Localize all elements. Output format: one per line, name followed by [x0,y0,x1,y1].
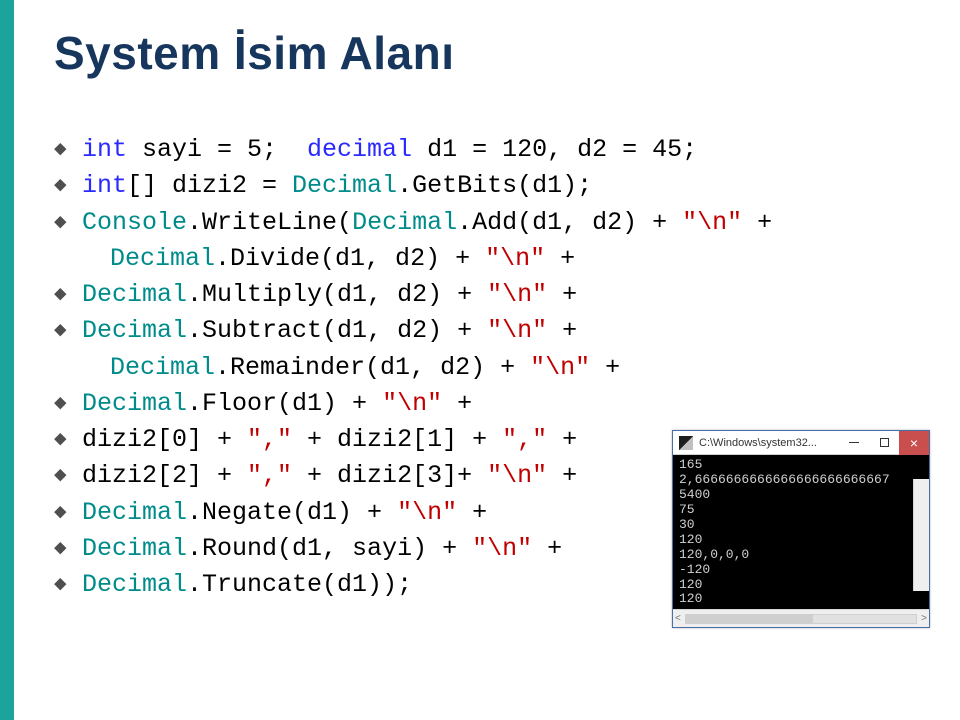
code-line: ⬥ Decimal.Floor(d1) + "\n" + [54,386,960,422]
titlebar[interactable]: C:\Windows\system32... × [673,431,929,455]
output-line: 165 [679,458,911,473]
scroll-thumb[interactable] [686,615,813,623]
type: Decimal [292,168,397,204]
type: Decimal [110,241,215,277]
code-text: .Remainder(d1, d2) + [215,350,530,386]
code-line: ⬥ Console.WriteLine(Decimal.Add(d1, d2) … [54,205,960,241]
code-text: .Add(d1, d2) + [457,205,682,241]
code-text: .WriteLine( [187,205,352,241]
type: Decimal [352,205,457,241]
code-text: .Subtract(d1, d2) + [187,313,487,349]
bullet-icon: ⬥ [54,316,82,342]
bullet-icon: ⬥ [54,498,82,524]
code-line: Decimal.Remainder(d1, d2) + "\n" + [54,350,960,386]
string: "\n" [487,458,547,494]
code-line: ⬥ int sayi = 5; decimal d1 = 120, d2 = 4… [54,132,960,168]
vertical-scrollbar[interactable] [913,479,929,591]
code-text: + [457,495,487,531]
output-line: 30 [679,518,911,533]
type: Decimal [82,531,187,567]
console-window: C:\Windows\system32... × 165 2,666666666… [672,430,930,628]
code-text: + dizi2[1] + [292,422,502,458]
code-text: + [547,277,577,313]
code-text: sayi = 5; [127,132,307,168]
keyword: decimal [307,132,412,168]
output-line: 120 [679,592,911,607]
code-text: dizi2[2] + [82,458,247,494]
bullet-icon: ⬥ [54,280,82,306]
type: Decimal [110,350,215,386]
code-text: + [547,313,577,349]
code-text: + [547,422,577,458]
string: "," [502,422,547,458]
string: "," [247,422,292,458]
bullet-icon: ⬥ [54,135,82,161]
code-text: + [742,205,772,241]
code-text: .Truncate(d1)); [187,567,412,603]
output-line: 2,6666666666666666666666667 [679,473,911,488]
string: "\n" [485,241,545,277]
code-text: dizi2[0] + [82,422,247,458]
terminal-output: 165 2,6666666666666666666666667 5400 75 … [673,455,929,609]
bullet-icon: ⬥ [54,389,82,415]
close-button[interactable]: × [899,431,929,455]
code-text: + [442,386,472,422]
code-text: .Divide(d1, d2) + [215,241,485,277]
code-text: .GetBits(d1); [397,168,592,204]
bullet-icon: ⬥ [54,208,82,234]
scroll-left-icon[interactable]: < [675,613,681,624]
code-line: ⬥ int[] dizi2 = Decimal.GetBits(d1); [54,168,960,204]
bullet-icon: ⬥ [54,570,82,596]
code-text: + [547,458,577,494]
code-text: + [532,531,562,567]
code-line: ⬥ Decimal.Subtract(d1, d2) + "\n" + [54,313,960,349]
string: "\n" [530,350,590,386]
horizontal-scrollbar[interactable]: < > [673,609,929,627]
string: "\n" [682,205,742,241]
code-text: .Negate(d1) + [187,495,397,531]
type: Decimal [82,386,187,422]
minimize-button[interactable] [839,431,869,455]
type: Decimal [82,313,187,349]
maximize-button[interactable] [869,431,899,455]
window-title: C:\Windows\system32... [699,437,839,449]
bullet-icon: ⬥ [54,425,82,451]
code-text: .Multiply(d1, d2) + [187,277,487,313]
code-text: .Round(d1, sayi) + [187,531,472,567]
string: "\n" [397,495,457,531]
type: Decimal [82,567,187,603]
code-text: d1 = 120, d2 = 45; [412,132,697,168]
type: Decimal [82,277,187,313]
output-line: 120,0,0,0 [679,548,911,563]
string: "\n" [382,386,442,422]
code-line: Decimal.Divide(d1, d2) + "\n" + [54,241,960,277]
string: "\n" [487,277,547,313]
keyword: int [82,168,127,204]
string: "," [247,458,292,494]
code-text: + [545,241,575,277]
cmd-icon [679,436,693,450]
code-text: + [590,350,620,386]
string: "\n" [472,531,532,567]
string: "\n" [487,313,547,349]
bullet-icon: ⬥ [54,534,82,560]
scroll-right-icon[interactable]: > [921,613,927,624]
accent-bar [0,0,14,720]
output-line: -120 [679,563,911,578]
code-text: .Floor(d1) + [187,386,382,422]
scroll-track[interactable] [685,614,917,624]
code-line: ⬥ Decimal.Multiply(d1, d2) + "\n" + [54,277,960,313]
output-line: 120 [679,578,911,593]
code-text: [] dizi2 = [127,168,292,204]
keyword: int [82,132,127,168]
page-title: System İsim Alanı [54,26,960,80]
output-line: 120 [679,533,911,548]
bullet-icon: ⬥ [54,171,82,197]
type: Console [82,205,187,241]
output-line: 5400 [679,488,911,503]
output-line: 75 [679,503,911,518]
code-text: + dizi2[3]+ [292,458,487,494]
type: Decimal [82,495,187,531]
bullet-icon: ⬥ [54,461,82,487]
